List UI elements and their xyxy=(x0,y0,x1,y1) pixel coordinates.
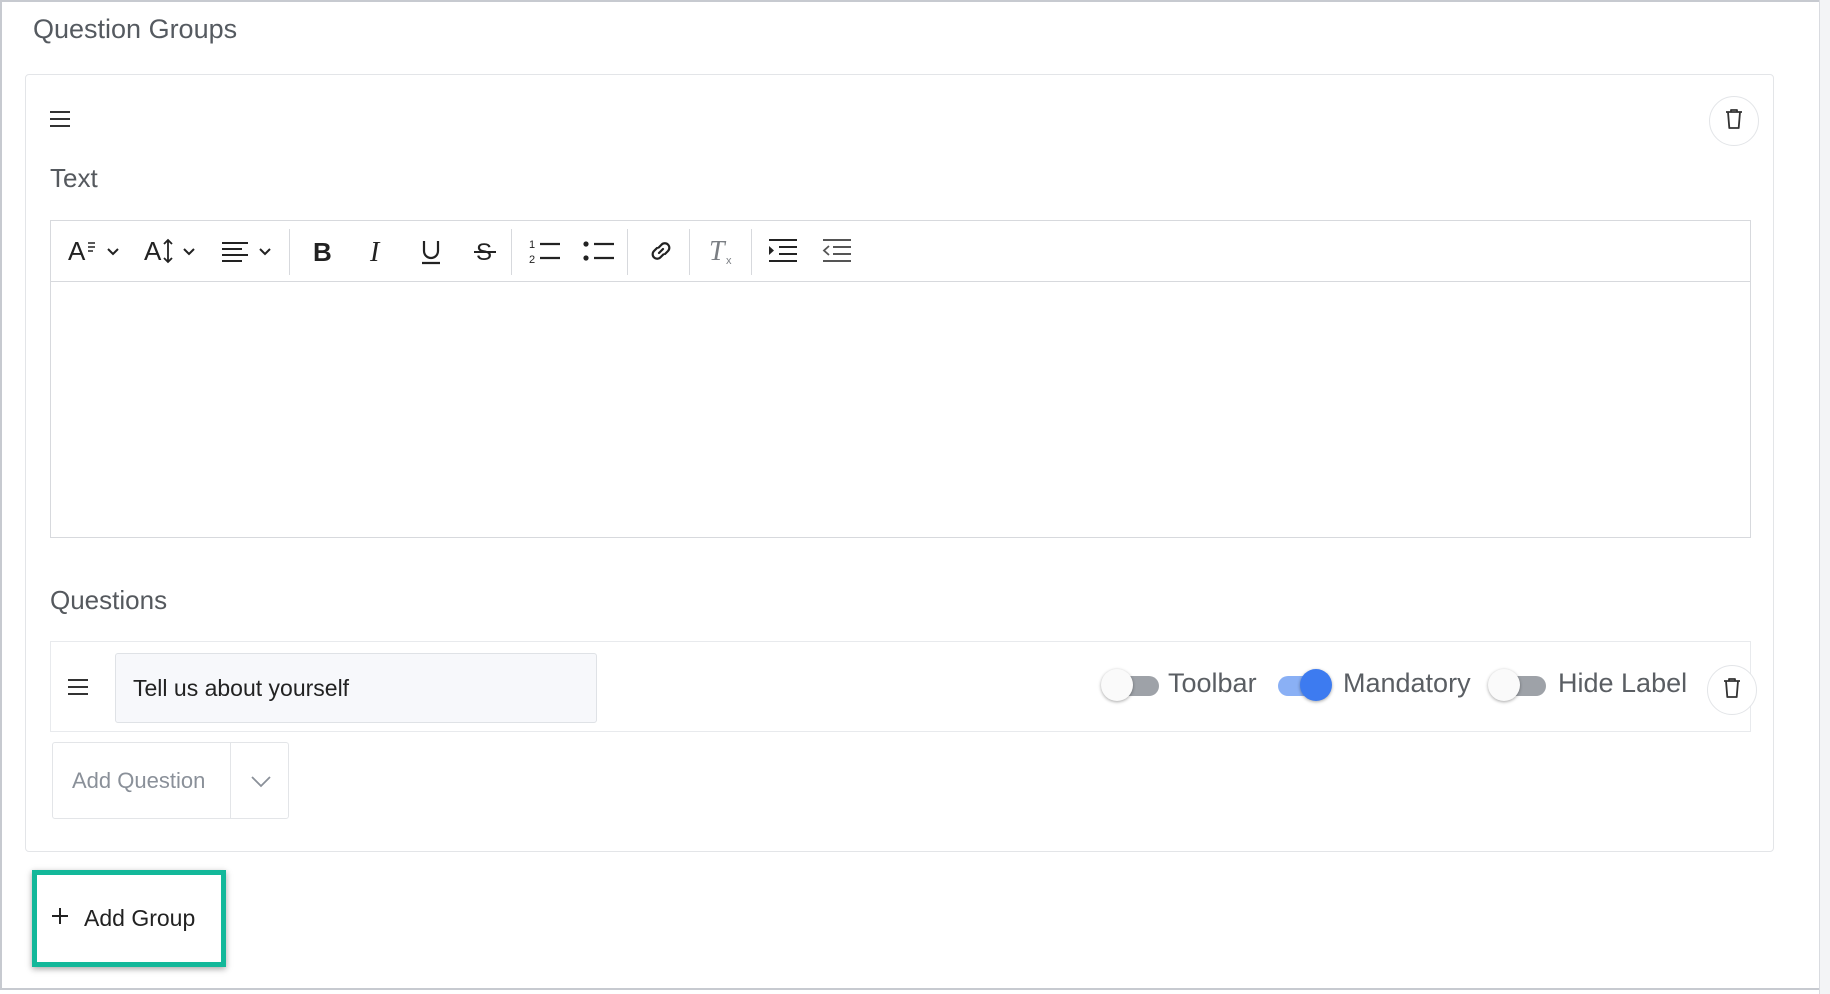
clear-formatting-icon[interactable]: Tx xyxy=(701,231,745,271)
toolbar-separator xyxy=(751,229,752,275)
add-question-dropdown[interactable]: Add Question xyxy=(52,742,289,819)
toggle-knob xyxy=(1101,669,1133,701)
plus-icon xyxy=(50,906,70,931)
toggle-knob xyxy=(1300,669,1332,701)
svg-text:2: 2 xyxy=(529,254,535,266)
question-text-input[interactable] xyxy=(115,653,597,723)
toolbar-separator xyxy=(511,229,512,275)
add-group-button[interactable]: Add Group xyxy=(42,880,216,957)
toolbar-separator xyxy=(689,229,690,275)
question-group-card: Text A A B I S 1 2 T x Questions Tell us… xyxy=(25,74,1774,852)
underline-icon[interactable] xyxy=(411,231,451,271)
align-dropdown[interactable] xyxy=(219,231,279,271)
question-drag-handle-icon[interactable] xyxy=(63,672,93,702)
questions-label: Questions xyxy=(50,585,168,615)
toolbar-toggle-label: Toolbar xyxy=(1168,668,1257,698)
delete-group-button[interactable] xyxy=(1709,96,1759,146)
add-question-label: Add Question xyxy=(72,768,206,793)
question-row: Toolbar Mandatory Hide Label xyxy=(50,641,1757,732)
unordered-list-icon[interactable] xyxy=(577,231,621,271)
editor-content-area[interactable] xyxy=(51,282,1750,537)
mandatory-toggle[interactable] xyxy=(1272,669,1332,701)
toolbar-separator xyxy=(289,229,290,275)
svg-text:1: 1 xyxy=(529,239,535,251)
italic-icon[interactable]: I xyxy=(357,231,397,271)
link-icon[interactable] xyxy=(639,231,683,271)
svg-text:B: B xyxy=(313,237,332,266)
svg-text:T: T xyxy=(709,236,727,267)
font-style-dropdown[interactable]: A xyxy=(65,231,127,271)
hide-label-toggle-label: Hide Label xyxy=(1558,668,1688,698)
outdent-icon[interactable] xyxy=(815,231,859,271)
svg-text:I: I xyxy=(369,237,381,266)
mandatory-toggle-label: Mandatory xyxy=(1343,668,1471,698)
window-edge xyxy=(1819,0,1830,994)
toggle-knob xyxy=(1488,669,1520,701)
font-size-dropdown[interactable]: A xyxy=(141,231,203,271)
strikethrough-icon[interactable]: S xyxy=(465,231,505,271)
add-group-label: Add Group xyxy=(84,905,196,931)
editor-toolbar: A A B I S 12 T x xyxy=(51,221,1750,282)
chevron-down-icon[interactable] xyxy=(243,763,279,799)
delete-question-button[interactable] xyxy=(1707,665,1757,715)
trash-icon xyxy=(1723,107,1745,136)
toolbar-toggle[interactable] xyxy=(1101,669,1159,701)
svg-text:A: A xyxy=(144,236,162,266)
section-title: Question Groups xyxy=(33,14,238,44)
group-drag-handle-icon[interactable] xyxy=(45,104,75,134)
dropdown-divider xyxy=(230,743,231,818)
svg-text:x: x xyxy=(726,255,732,267)
rich-text-editor: A A B I S 12 T x xyxy=(50,220,1751,538)
trash-icon xyxy=(1721,676,1743,705)
ordered-list-icon[interactable]: 12 xyxy=(523,231,567,271)
indent-icon[interactable] xyxy=(761,231,805,271)
bold-icon[interactable]: B xyxy=(303,231,343,271)
text-label: Text xyxy=(50,163,98,193)
toolbar-separator xyxy=(627,229,628,275)
hide-label-toggle[interactable] xyxy=(1488,669,1546,701)
svg-text:A: A xyxy=(68,236,86,266)
